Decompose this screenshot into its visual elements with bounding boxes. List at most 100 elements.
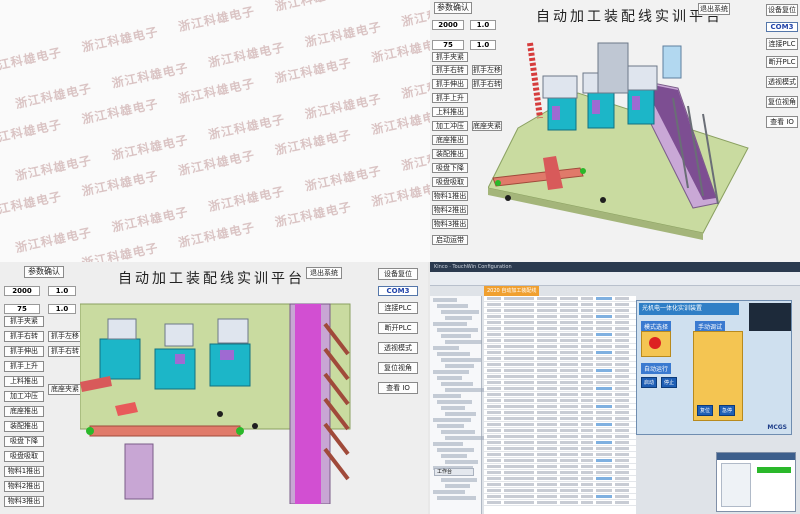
gripper-left-button-2[interactable]: 抓手左移 <box>48 331 82 342</box>
project-tree[interactable] <box>430 296 486 514</box>
tree-node[interactable] <box>433 490 465 494</box>
view-io-button[interactable]: 查看 IO <box>766 116 798 128</box>
tree-node[interactable] <box>437 352 470 356</box>
assembly-line-top-view[interactable] <box>80 294 370 504</box>
gripper-up-button-2[interactable]: 抓手上升 <box>4 361 44 372</box>
tree-node[interactable] <box>437 496 476 500</box>
gripper-rotate-button-2[interactable]: 抓手右转 <box>4 331 44 342</box>
assembly-push-button-2[interactable]: 装配推出 <box>4 421 44 432</box>
suction-pick-button[interactable]: 吸盘吸取 <box>432 177 468 187</box>
gripper-rotate-right-button-2[interactable]: 抓手右转 <box>48 346 82 357</box>
hmi-estop-button[interactable]: 急停 <box>719 405 736 416</box>
hmi-start-button[interactable]: 启动 <box>641 377 658 388</box>
tree-node[interactable] <box>445 388 484 392</box>
material2-push-button[interactable]: 物料2推出 <box>432 205 468 215</box>
base-push-button-2[interactable]: 底座推出 <box>4 406 44 417</box>
tree-node[interactable] <box>433 370 469 374</box>
reset-view-button-2[interactable]: 复位视角 <box>378 362 418 374</box>
tree-node[interactable] <box>433 346 459 350</box>
tree-node[interactable] <box>437 400 472 404</box>
hmi-preview[interactable]: 光机电一体化实训装置 模式选择 自动运行 启动 停止 手动调试 复位 急停 MC… <box>636 300 792 435</box>
transparent-mode-button-2[interactable]: 透视模式 <box>378 342 418 354</box>
tree-node[interactable] <box>441 478 477 482</box>
table-row[interactable] <box>484 500 636 506</box>
reset-view-button[interactable]: 复位视角 <box>766 96 798 108</box>
tree-node[interactable] <box>433 442 463 446</box>
connect-plc-button[interactable]: 连接PLC <box>766 38 798 50</box>
press-button-2[interactable]: 加工冲压 <box>4 391 44 402</box>
tree-node[interactable] <box>441 430 475 434</box>
tree-node[interactable] <box>437 376 462 380</box>
view-io-button-2[interactable]: 查看 IO <box>378 382 418 394</box>
feed-push-button[interactable]: 上料推出 <box>432 107 468 117</box>
tree-node[interactable] <box>433 418 471 422</box>
material3-push-button[interactable]: 物料3推出 <box>432 219 468 229</box>
tree-node[interactable] <box>433 394 461 398</box>
hmi-runtime-window[interactable] <box>716 452 796 512</box>
material2-push-button-2[interactable]: 物料2推出 <box>4 481 44 492</box>
tree-node[interactable] <box>437 448 474 452</box>
gripper-extend-button[interactable]: 抓手伸出 <box>432 79 468 89</box>
gripper-rotate-button[interactable]: 抓手右转 <box>432 65 468 75</box>
tree-node[interactable] <box>441 310 479 314</box>
confirm-params-button[interactable]: 参数确认 <box>434 2 472 14</box>
hmi-stop-button[interactable]: 停止 <box>661 377 678 388</box>
tree-node[interactable] <box>437 424 464 428</box>
assembly-line-3d-view[interactable] <box>488 28 758 258</box>
tree-node[interactable] <box>433 298 457 302</box>
suction-pick-button-2[interactable]: 吸盘吸取 <box>4 451 44 462</box>
tree-node[interactable] <box>445 316 472 320</box>
workbench-tab[interactable]: 工作台 <box>434 468 474 476</box>
device-reset-button[interactable]: 设备复位 <box>766 4 798 16</box>
tree-node[interactable] <box>433 322 467 326</box>
tree-node[interactable] <box>445 436 486 440</box>
ide-project-tab[interactable]: 2020 自动加工装配线 <box>484 286 540 296</box>
base-push-button[interactable]: 底座推出 <box>432 135 468 145</box>
param1-rate-field-2[interactable]: 1.0 <box>48 286 76 296</box>
tree-node[interactable] <box>445 460 478 464</box>
param1-value-field-2[interactable]: 2000 <box>4 286 40 296</box>
tree-node[interactable] <box>445 364 474 368</box>
tree-node[interactable] <box>441 382 473 386</box>
tree-node[interactable] <box>441 358 481 362</box>
port-select[interactable]: COM3 <box>766 22 798 32</box>
gripper-clamp-button[interactable]: 抓手夹紧 <box>432 52 468 62</box>
gripper-clamp-button-2[interactable]: 抓手夹紧 <box>4 316 44 327</box>
press-button[interactable]: 加工冲压 <box>432 121 468 131</box>
material1-push-button-2[interactable]: 物料1推出 <box>4 466 44 477</box>
variable-table[interactable] <box>484 296 636 514</box>
exit-button[interactable]: 退出系统 <box>698 3 730 15</box>
disconnect-plc-button[interactable]: 断开PLC <box>766 56 798 68</box>
suction-down-button-2[interactable]: 吸盘下降 <box>4 436 44 447</box>
param2-value-field[interactable]: 75 <box>432 40 464 50</box>
param2-value-field-2[interactable]: 75 <box>4 304 40 314</box>
param1-value-field[interactable]: 2000 <box>432 20 464 30</box>
tree-node[interactable] <box>441 334 471 338</box>
gripper-extend-button-2[interactable]: 抓手伸出 <box>4 346 44 357</box>
suction-down-button[interactable]: 吸盘下降 <box>432 163 468 173</box>
device-reset-button-2[interactable]: 设备复位 <box>378 268 418 280</box>
assembly-push-button[interactable]: 装配推出 <box>432 149 468 159</box>
transparent-mode-button[interactable]: 透视模式 <box>766 76 798 88</box>
port-select-2[interactable]: COM3 <box>378 286 418 296</box>
confirm-params-button-2[interactable]: 参数确认 <box>24 266 64 278</box>
tree-node[interactable] <box>445 340 482 344</box>
tree-node[interactable] <box>441 406 465 410</box>
exit-button-2[interactable]: 退出系统 <box>306 267 342 279</box>
tree-node[interactable] <box>437 304 468 308</box>
tree-node[interactable] <box>445 484 470 488</box>
base-clamp-button-2[interactable]: 底座夹紧 <box>48 384 82 395</box>
gripper-up-button[interactable]: 抓手上升 <box>432 93 468 103</box>
material3-push-button-2[interactable]: 物料3推出 <box>4 496 44 507</box>
tree-node[interactable] <box>441 454 467 458</box>
tree-node[interactable] <box>445 412 476 416</box>
disconnect-plc-button-2[interactable]: 断开PLC <box>378 322 418 334</box>
param2-rate-field-2[interactable]: 1.0 <box>48 304 76 314</box>
start-belt-button[interactable]: 启动运带 <box>432 235 468 245</box>
feed-push-button-2[interactable]: 上料推出 <box>4 376 44 387</box>
material1-push-button[interactable]: 物料1推出 <box>432 191 468 201</box>
tree-node[interactable] <box>437 328 478 332</box>
connect-plc-button-2[interactable]: 连接PLC <box>378 302 418 314</box>
hmi-reset-button[interactable]: 复位 <box>697 405 714 416</box>
ide-toolbar[interactable] <box>430 272 800 286</box>
